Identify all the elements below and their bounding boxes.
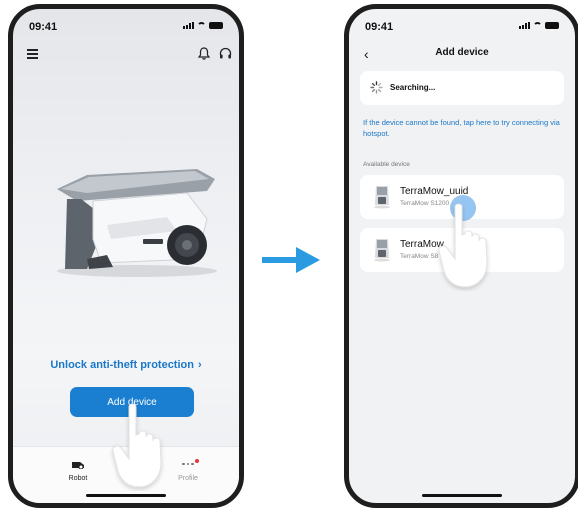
phone-home-screen: 09:41 Unlock anti-theft protection › Add … [8,4,244,508]
status-bar: 09:41 [365,21,559,35]
unlock-link-label: Unlock anti-theft protection [50,359,194,371]
tab-robot[interactable]: Robot [48,457,108,482]
home-indicator [86,494,166,497]
spinner-icon [370,81,383,94]
device-thumbnail [374,186,390,209]
battery-icon [209,22,223,29]
menu-icon[interactable] [27,49,38,59]
status-icons [519,22,559,29]
wifi-icon [197,22,206,29]
page-title: Add device [435,47,489,58]
robot-mower-image [57,169,217,277]
pointing-hand-icon [112,403,162,488]
status-time: 09:41 [365,21,394,33]
arrow-right-icon [262,247,320,273]
home-indicator [422,494,502,497]
status-bar: 09:41 [29,21,223,35]
tab-profile-label: Profile [178,475,198,482]
hotspot-link[interactable]: If the device cannot be found, tap here … [363,117,561,139]
device-thumbnail [374,239,390,262]
bell-icon[interactable] [198,47,210,60]
status-time: 09:41 [29,21,58,33]
battery-icon [545,22,559,29]
robot-tab-icon [72,461,84,469]
searching-card: Searching... [360,71,564,105]
profile-tab-icon [182,458,199,466]
pointing-hand-icon [438,203,488,288]
signal-icon [183,22,194,29]
device-model: TerraMow S8 [400,253,439,260]
notification-dot [194,458,199,463]
signal-icon [519,22,530,29]
phone-add-device-screen: 09:41 ‹ Add device Searching... If the d… [344,4,578,508]
chevron-right-icon: › [197,359,202,371]
wifi-icon [533,22,542,29]
searching-text: Searching... [390,83,436,92]
status-icons [183,22,223,29]
headset-icon[interactable] [219,47,232,60]
tab-robot-label: Robot [68,475,88,482]
unlock-anti-theft-link[interactable]: Unlock anti-theft protection › [13,359,239,371]
available-device-label: Available device [363,161,410,168]
